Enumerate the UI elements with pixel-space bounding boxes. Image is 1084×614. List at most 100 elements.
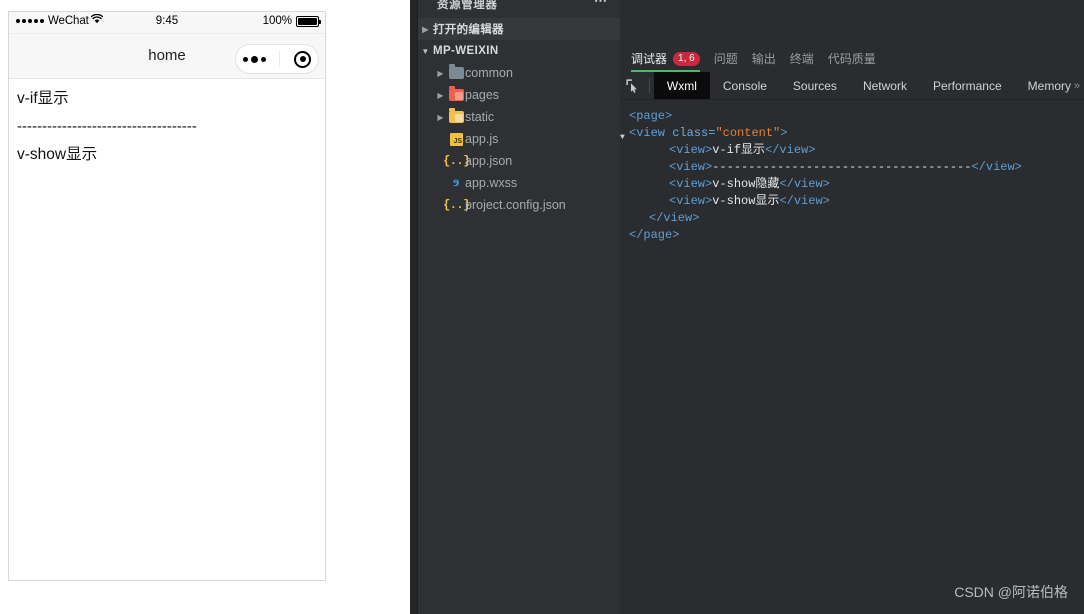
subtab-divider (649, 78, 650, 93)
sidebar-section-label: MP-WEIXIN (433, 45, 499, 57)
status-bar-right: 100% (262, 15, 321, 27)
sidebar-item-label: common (465, 66, 513, 80)
sidebar-item-app-wxss[interactable]: e app.wxss (418, 172, 620, 194)
chevron-right-icon[interactable]: » (1074, 72, 1082, 99)
wxml-code-line[interactable]: <view>v-show显示</view> (629, 193, 1084, 210)
more-dots-icon[interactable] (242, 55, 266, 63)
tab-output[interactable]: 输出 (752, 45, 776, 72)
tab-wxml[interactable]: Wxml (653, 72, 710, 99)
wxml-token-tag: </view> (765, 143, 816, 157)
json-file-icon: {..} (443, 198, 470, 212)
folder-icon (448, 108, 465, 123)
tab-console[interactable]: Console (710, 72, 780, 99)
explorer-title: 资源管理器 (437, 0, 498, 11)
tab-terminal[interactable]: 终端 (790, 45, 814, 72)
chevron-right-icon[interactable]: ▶ (433, 91, 448, 100)
wxml-token-txt: v-if显示 (712, 143, 766, 157)
ellipsis-icon[interactable]: ⋯ (594, 0, 608, 7)
subtab-label: Performance (932, 78, 1002, 93)
sidebar-item-label: pages (465, 88, 500, 102)
wxml-code-line[interactable]: <view>----------------------------------… (629, 159, 1084, 176)
phone-nav-bar: home (9, 34, 325, 79)
sidebar-item-static[interactable]: ▶ static (418, 106, 620, 128)
phone-simulator-frame: WeChat 9:45 100% home v-if显示 -----------… (8, 11, 326, 581)
tab-sources[interactable]: Sources (780, 72, 850, 99)
wxml-token-tag: <view> (669, 143, 713, 157)
folder-icon (448, 64, 465, 79)
explorer-sidebar: 资源管理器 ⋯ ▶ 打开的编辑器 ▼ MP-WEIXIN ▶ common ▶ … (418, 0, 620, 614)
wxml-token-tag: <view> (669, 194, 713, 208)
tab-label: 代码质量 (827, 51, 876, 66)
tab-performance[interactable]: Performance (920, 72, 1015, 99)
chevron-down-icon[interactable]: ▼ (620, 129, 625, 146)
subtab-label: Wxml (666, 78, 697, 93)
wxml-token-tag: <view (629, 126, 673, 140)
wxml-token-tag: </view> (779, 194, 830, 208)
sidebar-item-pages[interactable]: ▶ pages (418, 84, 620, 106)
subtab-label: Network (862, 78, 907, 93)
phone-status-bar: WeChat 9:45 100% (9, 12, 325, 34)
page-content: v-if显示 ---------------------------------… (9, 79, 325, 169)
tab-debugger[interactable]: 调试器 1, 6 (631, 45, 700, 72)
sidebar-item-label: project.config.json (465, 198, 566, 212)
wxml-token-tag: </view> (649, 211, 700, 225)
preview-line: v-if显示 (17, 90, 69, 107)
battery-percent-label: 100% (262, 15, 292, 27)
subtab-label: Memory (1027, 78, 1071, 93)
sidebar-section-project-root[interactable]: ▼ MP-WEIXIN (418, 40, 620, 62)
sidebar-item-project-config-json[interactable]: {..} project.config.json (418, 194, 620, 216)
battery-full-icon (296, 15, 321, 27)
wxml-code-line[interactable]: <view>v-show隐藏</view> (629, 176, 1084, 193)
status-badge: 1, 6 (673, 51, 700, 66)
chevron-down-icon[interactable]: ▼ (418, 47, 433, 56)
watermark: CSDN @阿诺伯格 (954, 584, 1068, 600)
wxml-token-tag: <view> (669, 160, 713, 174)
devtools-subtabbar: Wxml Console Sources Network Performance… (620, 72, 1084, 100)
wxml-token-tag: </view> (779, 177, 830, 191)
wxml-token-tag: </page> (629, 228, 680, 242)
target-circle-icon[interactable] (294, 50, 312, 68)
sidebar-item-label: app.json (465, 154, 513, 168)
tab-label: 调试器 (631, 51, 668, 66)
devtools-top-spacer (620, 0, 1084, 45)
sidebar-section-open-editors[interactable]: ▶ 打开的编辑器 (418, 18, 620, 40)
inspect-element-icon[interactable] (620, 72, 645, 99)
wxml-code-line[interactable]: </page> (629, 227, 1084, 244)
sidebar-item-app-json[interactable]: {..} app.json (418, 150, 620, 172)
wxml-token-txt: v-show隐藏 (712, 177, 780, 191)
wxml-token-tag: <page> (629, 109, 673, 123)
wxml-token-txt: ------------------------------------ (712, 160, 972, 174)
tab-code-quality[interactable]: 代码质量 (828, 45, 876, 72)
folder-icon (448, 86, 465, 101)
sidebar-item-common[interactable]: ▶ common (418, 62, 620, 84)
tab-label: 输出 (751, 51, 776, 66)
wxml-token-tag: <view> (669, 177, 713, 191)
devtools-panel: 调试器 1, 6 问题 输出 终端 代码质量 Wxml Console Sour… (620, 0, 1084, 614)
tab-network[interactable]: Network (850, 72, 920, 99)
sidebar-item-label: app.wxss (465, 176, 518, 190)
chevron-right-icon[interactable]: ▶ (418, 25, 433, 34)
wxml-code-line[interactable]: </view> (629, 210, 1084, 227)
activity-bar (410, 0, 418, 614)
tab-label: 终端 (789, 51, 814, 66)
javascript-file-icon: JS (448, 132, 465, 146)
wxml-token-txt: v-show显示 (712, 194, 780, 208)
subtab-label: Console (722, 78, 767, 93)
sidebar-item-label: static (465, 110, 495, 124)
sidebar-item-label: app.js (465, 132, 499, 146)
wechat-capsule-button[interactable] (235, 44, 319, 74)
wxml-tree-view[interactable]: <page> ▼ <view class="content"> <view>v-if显… (620, 100, 1084, 614)
wxml-code-line[interactable]: <page> (629, 108, 1084, 125)
tab-problems[interactable]: 问题 (714, 45, 738, 72)
tab-label: 问题 (713, 51, 738, 66)
devtools-panel-tabbar: 调试器 1, 6 问题 输出 终端 代码质量 (620, 45, 1084, 72)
capsule-divider (279, 51, 281, 67)
wxml-code-line[interactable]: <view>v-if显示</view> (629, 142, 1084, 159)
chevron-right-icon[interactable]: ▶ (433, 113, 448, 122)
sidebar-item-app-js[interactable]: JS app.js (418, 128, 620, 150)
preview-line: ------------------------------------ (17, 118, 197, 135)
wxml-code-line[interactable]: ▼ <view class="content"> (620, 125, 1084, 142)
explorer-header: 资源管理器 ⋯ (418, 0, 620, 18)
chevron-right-icon[interactable]: ▶ (433, 69, 448, 78)
stylesheet-file-icon: e (453, 175, 460, 190)
